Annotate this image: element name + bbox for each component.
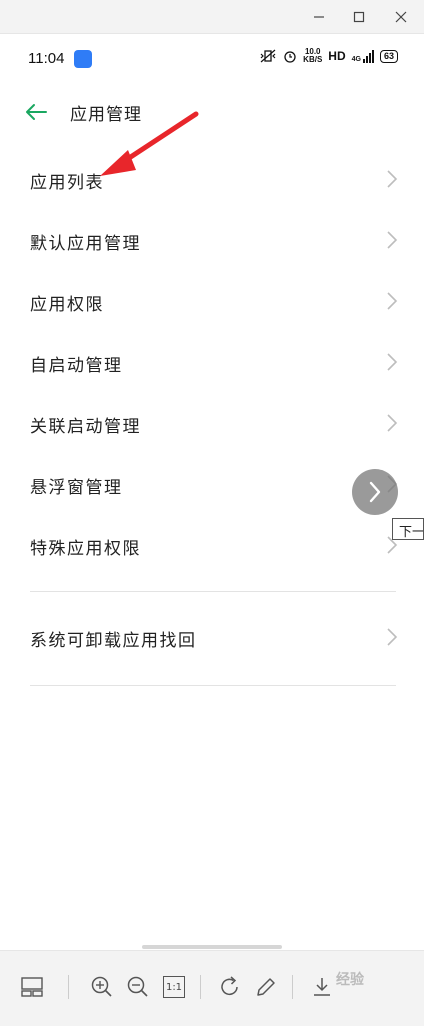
chevron-right-icon — [387, 628, 398, 646]
status-icons: 10.0 KB/S HD 4G 63 — [259, 48, 398, 64]
actual-size-label: 1:1 — [163, 976, 185, 998]
divider — [30, 591, 396, 592]
hd-indicator: HD — [328, 49, 346, 63]
battery-indicator: 63 — [379, 49, 398, 63]
list-item-autostart[interactable]: 自启动管理 — [0, 331, 424, 392]
next-page-button[interactable] — [352, 469, 398, 515]
rotate-icon — [221, 976, 238, 996]
list-item-app-permissions[interactable]: 应用权限 — [0, 270, 424, 331]
watermark: 经验 — [336, 972, 364, 988]
edit-button[interactable] — [250, 971, 282, 1003]
vibrate-icon — [260, 49, 276, 63]
chevron-right-icon — [387, 292, 398, 310]
list-item-label: 应用权限 — [30, 295, 104, 315]
list-item-restore-apps[interactable]: 系统可卸载应用找回 — [0, 606, 424, 670]
list-item-label: 悬浮窗管理 — [30, 478, 123, 498]
zoom-in-icon — [91, 976, 112, 997]
chevron-right-icon — [387, 353, 398, 371]
list-item-label: 应用列表 — [30, 173, 104, 193]
minimize-button[interactable] — [298, 0, 340, 34]
network-speed: 10.0 KB/S — [303, 47, 323, 64]
app-header: 应用管理 — [0, 84, 424, 140]
list-item-label: 自启动管理 — [30, 356, 123, 376]
list-item-app-list[interactable]: 应用列表 — [0, 148, 424, 209]
minimize-icon — [314, 16, 324, 18]
zoom-in-button[interactable] — [86, 971, 118, 1003]
download-icon — [314, 978, 330, 996]
list-item-label: 特殊应用权限 — [30, 539, 141, 559]
zoom-out-icon — [127, 976, 148, 997]
layout-icon — [21, 977, 43, 997]
status-bar: 11:04 10.0 KB/S HD 4G 63 — [0, 34, 424, 84]
settings-list: 应用列表 默认应用管理 应用权限 自启动管理 关联启动管理 悬浮窗管理 特殊应用… — [0, 148, 424, 686]
maximize-button[interactable] — [338, 0, 380, 34]
zoom-out-button[interactable] — [122, 971, 154, 1003]
list-item-label: 关联启动管理 — [30, 417, 141, 437]
page-title: 应用管理 — [70, 105, 142, 125]
viewer-toolbar: 1:1 经验 — [0, 950, 424, 1026]
chevron-right-icon — [369, 481, 381, 503]
close-button[interactable] — [380, 0, 422, 34]
list-item-label: 默认应用管理 — [30, 234, 141, 254]
alarm-icon — [284, 51, 296, 63]
signal-icon: 4G — [352, 49, 374, 63]
notification-app-icon — [74, 50, 92, 68]
back-arrow-icon — [26, 104, 47, 120]
maximize-icon — [353, 11, 365, 23]
divider — [30, 685, 396, 686]
close-icon — [395, 11, 407, 23]
list-item-default-apps[interactable]: 默认应用管理 — [0, 209, 424, 270]
actual-size-button[interactable]: 1:1 — [158, 971, 190, 1003]
chevron-right-icon — [387, 414, 398, 432]
list-item-label: 系统可卸载应用找回 — [30, 631, 197, 651]
list-item-special-permissions[interactable]: 特殊应用权限 — [0, 514, 424, 575]
tooltip: 下一 — [392, 518, 424, 540]
download-button[interactable] — [306, 971, 338, 1003]
back-button[interactable] — [22, 98, 50, 126]
home-indicator — [142, 945, 282, 949]
status-time: 11:04 — [28, 50, 65, 67]
layout-button[interactable] — [16, 971, 48, 1003]
chevron-right-icon — [387, 231, 398, 249]
pencil-icon — [257, 978, 275, 996]
chevron-right-icon — [387, 170, 398, 188]
window-title-bar — [0, 0, 424, 34]
list-item-associated-start[interactable]: 关联启动管理 — [0, 392, 424, 453]
rotate-button[interactable] — [214, 971, 246, 1003]
